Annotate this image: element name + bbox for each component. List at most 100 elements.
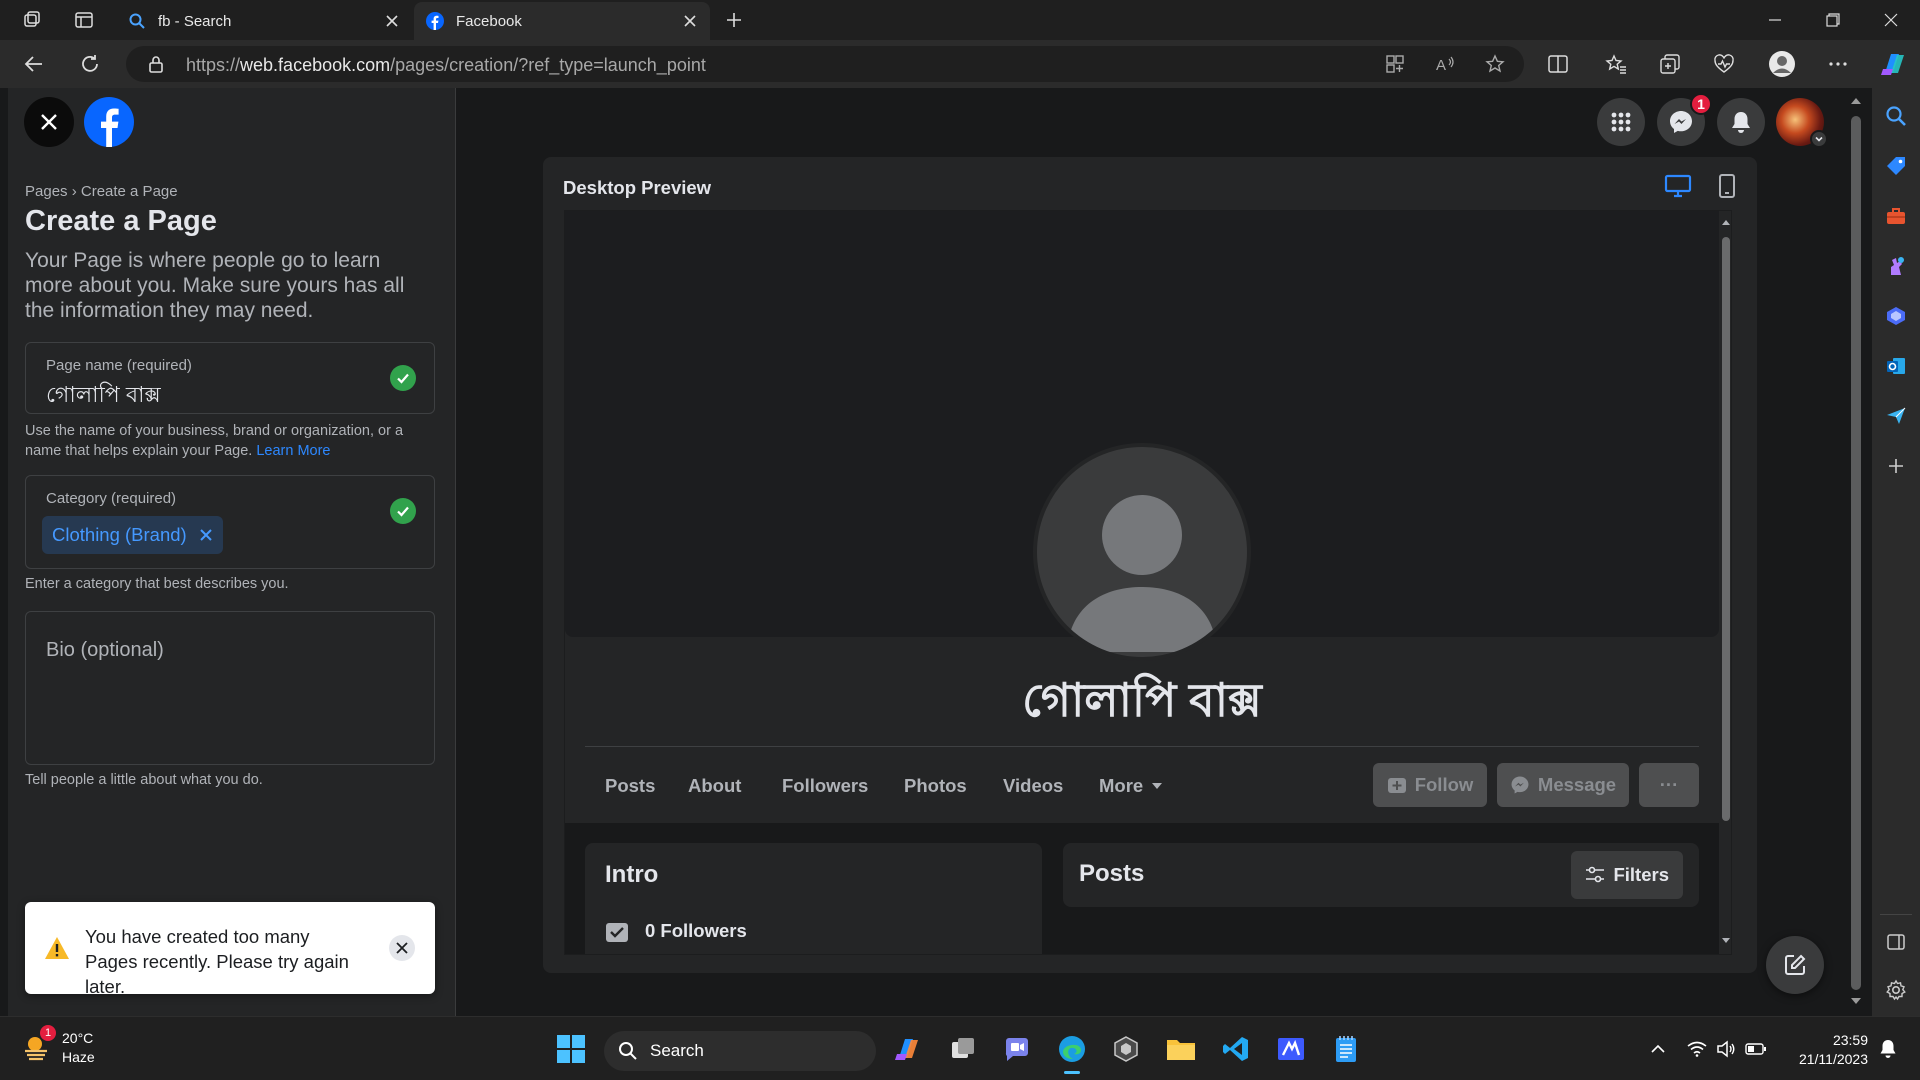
- profile-avatar-icon[interactable]: [1768, 50, 1796, 78]
- hide-sidebar-icon[interactable]: [1884, 930, 1908, 954]
- scroll-down-icon[interactable]: [1845, 994, 1867, 1008]
- more-actions-button[interactable]: ···: [1639, 763, 1699, 807]
- menu-grid-button[interactable]: [1597, 98, 1645, 146]
- url-text[interactable]: https://web.facebook.com/pages/creation/…: [186, 55, 706, 76]
- mobile-icon[interactable]: [1717, 173, 1737, 199]
- settings-gear-icon[interactable]: [1884, 978, 1908, 1002]
- split-screen-icon[interactable]: [1544, 50, 1572, 78]
- messenger-icon: [1511, 776, 1529, 794]
- category-chip[interactable]: Clothing (Brand): [42, 516, 223, 554]
- notification-bell-icon[interactable]: [1872, 1033, 1904, 1065]
- toast-close-button[interactable]: [389, 935, 415, 961]
- microsoft-365-icon[interactable]: [1884, 304, 1908, 328]
- remove-chip-icon[interactable]: [199, 528, 213, 542]
- task-view-icon[interactable]: [947, 1033, 979, 1065]
- followers-check-icon: [606, 923, 628, 942]
- follow-button[interactable]: Follow: [1373, 763, 1487, 807]
- copilot-icon[interactable]: [1878, 48, 1910, 80]
- scroll-up-icon[interactable]: [1719, 215, 1732, 229]
- close-window-button[interactable]: [1862, 0, 1920, 40]
- back-button[interactable]: [18, 48, 50, 80]
- error-toast: You have created too many Pages recently…: [25, 902, 435, 997]
- desktop-preview-card: Desktop Preview গোলাপি বাক্স Posts About…: [543, 157, 1757, 973]
- preview-tab-photos[interactable]: Photos: [904, 775, 967, 797]
- preview-tab-videos[interactable]: Videos: [1003, 775, 1063, 797]
- page-name-field[interactable]: Page name (required) গোলাপি বাক্স: [25, 342, 435, 414]
- read-aloud-icon[interactable]: A: [1434, 53, 1456, 75]
- more-options-icon[interactable]: [1824, 50, 1852, 78]
- search-icon[interactable]: [1884, 104, 1908, 128]
- app-available-icon[interactable]: [1384, 53, 1406, 75]
- filters-button[interactable]: Filters: [1571, 851, 1683, 899]
- collections-icon[interactable]: [1656, 50, 1684, 78]
- battery-icon[interactable]: [1740, 1033, 1772, 1065]
- drop-send-icon[interactable]: [1884, 404, 1908, 428]
- dev-app-icon[interactable]: [1110, 1033, 1142, 1065]
- tools-briefcase-icon[interactable]: [1884, 204, 1908, 228]
- browser-essentials-icon[interactable]: [1710, 50, 1738, 78]
- browser-title-bar: fb - Search Facebook: [0, 0, 1920, 40]
- scroll-down-icon[interactable]: [1719, 934, 1732, 948]
- show-hidden-icons[interactable]: [1642, 1033, 1674, 1065]
- preview-tab-more[interactable]: More: [1099, 775, 1163, 797]
- filters-label: Filters: [1613, 864, 1669, 885]
- preview-tab-followers[interactable]: Followers: [782, 775, 868, 797]
- taskbar-search[interactable]: Search: [604, 1031, 876, 1071]
- page-name-input[interactable]: গোলাপি বাক্স: [46, 378, 161, 415]
- scrollbar-thumb[interactable]: [1722, 237, 1730, 821]
- notepad-icon[interactable]: [1330, 1033, 1362, 1065]
- refresh-button[interactable]: [74, 48, 106, 80]
- volume-icon[interactable]: [1710, 1033, 1742, 1065]
- copilot-app-icon[interactable]: [892, 1033, 924, 1065]
- vscode-icon[interactable]: [1220, 1033, 1252, 1065]
- wifi-icon[interactable]: [1681, 1033, 1713, 1065]
- facebook-logo[interactable]: [84, 97, 134, 147]
- scrollbar-thumb[interactable]: [1851, 116, 1861, 990]
- edge-browser-icon[interactable]: [1056, 1033, 1088, 1074]
- breadcrumb[interactable]: Pages › Create a Page: [25, 183, 178, 200]
- close-icon[interactable]: [384, 13, 400, 29]
- preview-tab-posts[interactable]: Posts: [605, 775, 655, 797]
- preview-tab-more-label: More: [1099, 775, 1144, 796]
- visual-studio-icon[interactable]: [1275, 1033, 1307, 1065]
- start-button[interactable]: [555, 1033, 587, 1065]
- page-title: Create a Page: [25, 205, 217, 237]
- teams-chat-icon[interactable]: [1001, 1033, 1033, 1065]
- preview-body: Intro 0 Followers Posts Filters: [565, 823, 1719, 954]
- desktop-icon[interactable]: [1664, 173, 1692, 199]
- shopping-tag-icon[interactable]: [1884, 154, 1908, 178]
- page-name-label: Page name (required): [46, 357, 192, 374]
- taskbar-clock[interactable]: 23:59 21/11/2023: [1788, 1031, 1868, 1069]
- address-bar[interactable]: https://web.facebook.com/pages/creation/…: [126, 46, 1524, 82]
- tab-fb-search[interactable]: fb - Search: [116, 2, 412, 40]
- lock-icon[interactable]: [148, 55, 164, 73]
- close-button[interactable]: [24, 97, 74, 147]
- favorites-icon[interactable]: [1602, 50, 1630, 78]
- browser-toolbar: https://web.facebook.com/pages/creation/…: [0, 40, 1920, 88]
- minimize-button[interactable]: [1746, 0, 1804, 40]
- close-icon[interactable]: [682, 13, 698, 29]
- weather-widget[interactable]: 1 20°C Haze: [22, 1025, 95, 1067]
- outlook-icon[interactable]: [1884, 354, 1908, 378]
- file-explorer-icon[interactable]: [1165, 1033, 1197, 1065]
- preview-scrollbar[interactable]: [1719, 211, 1732, 954]
- games-icon[interactable]: [1884, 254, 1908, 278]
- learn-more-link[interactable]: Learn More: [256, 443, 330, 459]
- clock-date: 21/11/2023: [1798, 1051, 1868, 1067]
- tab-facebook[interactable]: Facebook: [414, 2, 710, 40]
- scroll-up-icon[interactable]: [1845, 94, 1867, 108]
- bio-textarea[interactable]: Bio (optional): [25, 611, 435, 765]
- page-scrollbar[interactable]: [1845, 88, 1867, 1016]
- preview-tab-about[interactable]: About: [688, 775, 741, 797]
- account-avatar[interactable]: [1776, 98, 1828, 148]
- message-button[interactable]: Message: [1497, 763, 1629, 807]
- vertical-tabs-icon[interactable]: [68, 6, 100, 34]
- workspaces-icon[interactable]: [16, 6, 48, 34]
- new-message-button[interactable]: [1766, 936, 1824, 994]
- favorite-star-icon[interactable]: [1484, 53, 1506, 75]
- restore-button[interactable]: [1804, 0, 1862, 40]
- add-icon[interactable]: [1884, 454, 1908, 478]
- notifications-button[interactable]: [1717, 98, 1765, 146]
- new-tab-icon[interactable]: [718, 6, 750, 34]
- category-field[interactable]: Category (required) Clothing (Brand): [25, 475, 435, 569]
